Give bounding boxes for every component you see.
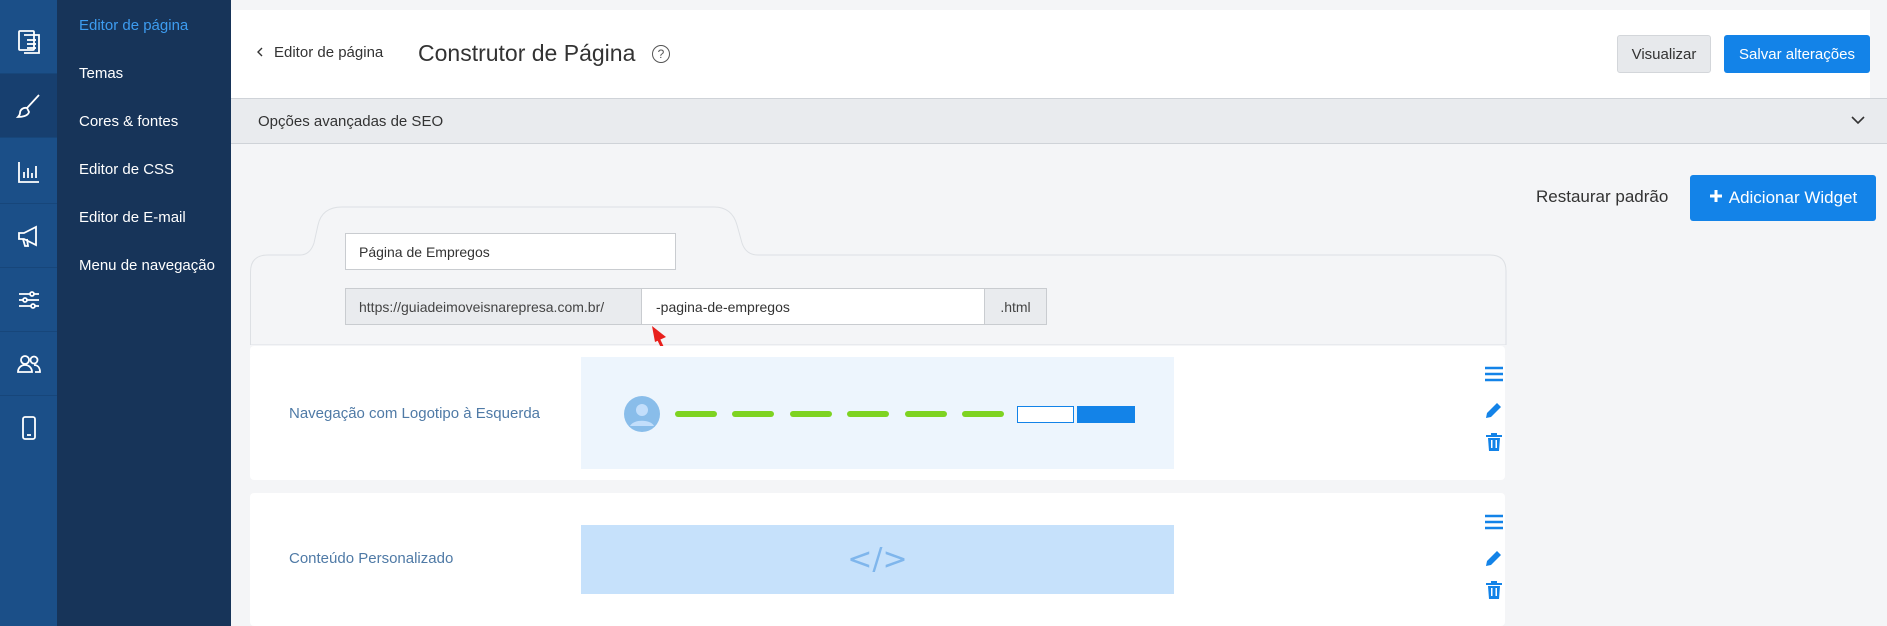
nav-link-placeholder (675, 411, 717, 417)
nav-link-placeholder (962, 411, 1004, 417)
plus-icon (1709, 188, 1723, 208)
megaphone-icon (17, 225, 37, 247)
nav-link-placeholder (732, 411, 774, 417)
logo-placeholder-icon (624, 396, 660, 432)
nav-filled-button-placeholder (1077, 406, 1135, 423)
widget-card[interactable]: Conteúdo Personalizado </> (250, 493, 1505, 626)
nav-link-placeholder (790, 411, 832, 417)
users-icon (16, 354, 41, 373)
edit-pencil-icon[interactable] (1483, 399, 1505, 421)
url-prefix: https://guiadeimoveisnarepresa.com.br/ (345, 288, 642, 325)
trash-icon[interactable] (1483, 579, 1505, 601)
secondary-menu: Editor de página Temas Cores & fontes Ed… (57, 0, 231, 626)
help-icon[interactable]: ? (652, 45, 670, 63)
sliders-icon (18, 290, 39, 309)
pages-icon (17, 29, 40, 54)
page-header: Editor de página Construtor de Página ? … (231, 10, 1870, 98)
chevron-down-icon (1850, 113, 1866, 131)
preview-button[interactable]: Visualizar (1617, 35, 1711, 73)
stats-icon (17, 161, 39, 183)
design-nav-button[interactable] (0, 74, 57, 138)
menu-item-css-editor[interactable]: Editor de CSS (79, 161, 174, 178)
menu-item-email-editor[interactable]: Editor de E-mail (79, 209, 186, 226)
widget-preview: </> (581, 525, 1174, 594)
restore-default-button[interactable]: Restaurar padrão (1536, 187, 1668, 207)
widget-card[interactable]: Navegação com Logotipo à Esquerda (250, 346, 1505, 480)
widget-actions (1483, 363, 1505, 453)
page-slug-input[interactable]: -pagina-de-empregos (642, 288, 985, 325)
page-title: Construtor de Página (418, 40, 636, 66)
seo-options-label: Opções avançadas de SEO (258, 113, 444, 130)
menu-item-navigation-menu[interactable]: Menu de navegação (79, 257, 215, 274)
back-link[interactable]: Editor de página (256, 44, 383, 61)
back-link-label: Editor de página (274, 44, 384, 61)
save-button[interactable]: Salvar alterações (1724, 35, 1870, 73)
widget-label: Conteúdo Personalizado (289, 550, 454, 567)
code-icon: </> (847, 542, 908, 577)
reorder-icon[interactable] (1483, 363, 1505, 385)
brush-icon (15, 93, 40, 118)
chevron-left-icon (256, 44, 264, 61)
seo-options-accordion[interactable]: Opções avançadas de SEO (231, 98, 1887, 144)
trash-icon[interactable] (1483, 431, 1505, 453)
mobile-nav-button[interactable] (0, 396, 57, 460)
nav-outline-button-placeholder (1017, 406, 1074, 423)
menu-item-page-editor[interactable]: Editor de página (79, 17, 188, 34)
icon-rail (0, 0, 57, 626)
mobile-icon (21, 416, 36, 440)
reorder-icon[interactable] (1483, 511, 1505, 533)
nav-link-placeholder (905, 411, 947, 417)
main-content: Editor de página Construtor de Página ? … (231, 0, 1887, 626)
pages-nav-button[interactable] (0, 10, 57, 74)
edit-pencil-icon[interactable] (1483, 547, 1505, 569)
menu-item-themes[interactable]: Temas (79, 65, 123, 82)
url-suffix: .html (985, 288, 1047, 325)
menu-item-colors-fonts[interactable]: Cores & fontes (79, 113, 178, 130)
users-nav-button[interactable] (0, 332, 57, 396)
widget-label: Navegação com Logotipo à Esquerda (289, 405, 541, 422)
widget-actions (1483, 511, 1505, 601)
add-widget-button[interactable]: Adicionar Widget (1690, 175, 1876, 221)
stats-nav-button[interactable] (0, 140, 57, 204)
marketing-nav-button[interactable] (0, 204, 57, 268)
page-name-input[interactable]: Página de Empregos (345, 233, 676, 270)
nav-link-placeholder (847, 411, 889, 417)
add-widget-label: Adicionar Widget (1728, 188, 1858, 207)
widget-preview (581, 357, 1174, 469)
page-url-group: https://guiadeimoveisnarepresa.com.br/ -… (345, 288, 1047, 325)
settings-nav-button[interactable] (0, 268, 57, 332)
